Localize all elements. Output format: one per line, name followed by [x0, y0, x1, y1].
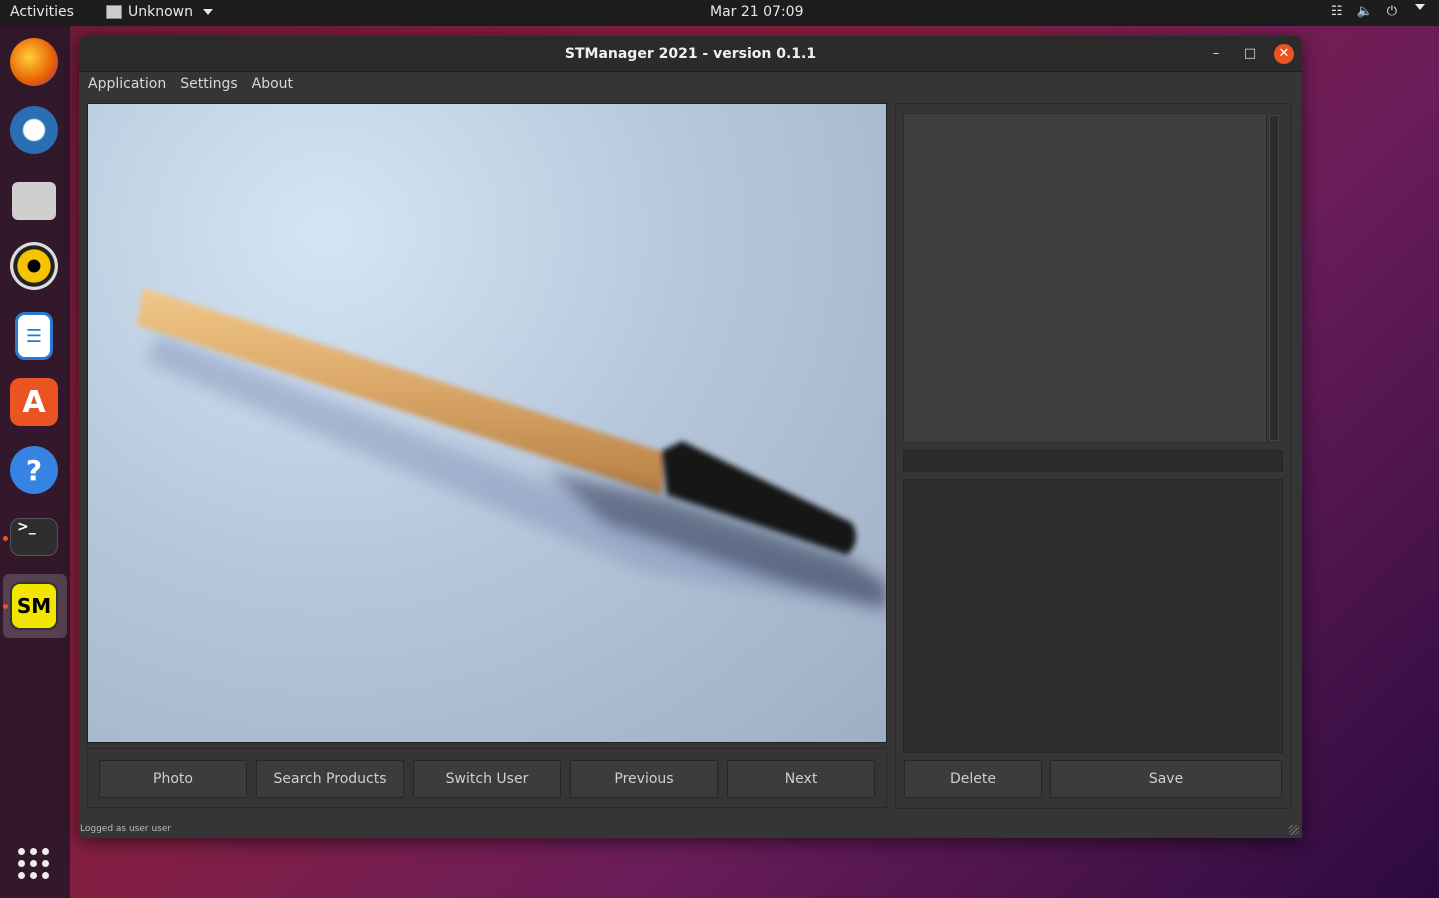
window-titlebar[interactable]: STManager 2021 - version 0.1.1 [79, 36, 1302, 72]
app-menu[interactable]: Unknown [106, 4, 213, 20]
chevron-down-icon [1415, 4, 1425, 10]
photo-button[interactable]: Photo [99, 760, 247, 798]
switch-user-button[interactable]: Switch User [413, 760, 561, 798]
show-applications-icon[interactable] [18, 848, 50, 880]
maximize-icon[interactable]: □ [1240, 44, 1260, 64]
search-products-button[interactable]: Search Products [256, 760, 404, 798]
chevron-down-icon [203, 9, 213, 15]
menu-settings[interactable]: Settings [173, 72, 244, 98]
firefox-icon[interactable] [10, 38, 58, 86]
camera-preview [87, 103, 887, 743]
menu-about[interactable]: About [245, 72, 300, 98]
status-bar: Logged as user user [79, 821, 1302, 838]
activities-button[interactable]: Activities [10, 4, 74, 20]
menu-bar: Application Settings About [79, 72, 1302, 98]
minimize-icon[interactable]: – [1206, 44, 1226, 64]
thunderbird-icon[interactable] [10, 106, 58, 154]
status-text: Logged as user user [80, 824, 172, 834]
top-bar: Activities Unknown Mar 21 07:09 ☷ 🔈 ⏻ [0, 0, 1439, 26]
product-details-textarea[interactable] [903, 479, 1283, 753]
close-icon[interactable]: ✕ [1274, 44, 1294, 64]
help-icon[interactable]: ? [10, 446, 58, 494]
ubuntu-software-icon[interactable]: A [10, 378, 58, 426]
running-indicator [3, 536, 8, 541]
list-scrollbar[interactable] [1269, 115, 1279, 441]
dock: ☰ A ? >_ SM [0, 26, 70, 898]
system-tray[interactable]: ☷ 🔈 ⏻ [1331, 4, 1425, 19]
menu-application[interactable]: Application [81, 72, 173, 98]
next-button[interactable]: Next [727, 760, 875, 798]
terminal-icon[interactable]: >_ [10, 518, 58, 556]
resize-grip-icon[interactable] [1289, 825, 1299, 835]
power-icon: ⏻ [1386, 4, 1397, 19]
app-menu-icon [106, 5, 122, 19]
previous-button[interactable]: Previous [570, 760, 718, 798]
libreoffice-writer-icon[interactable]: ☰ [15, 312, 53, 360]
stmanager-window: STManager 2021 - version 0.1.1 – □ ✕ App… [79, 36, 1302, 838]
rhythmbox-icon[interactable] [10, 242, 58, 290]
save-button[interactable]: Save [1050, 760, 1282, 798]
camera-image [137, 288, 887, 613]
volume-icon: 🔈 [1356, 4, 1373, 19]
window-title: STManager 2021 - version 0.1.1 [564, 46, 817, 62]
app-menu-label: Unknown [128, 4, 193, 20]
running-indicator [3, 604, 8, 609]
clock[interactable]: Mar 21 07:09 [710, 4, 803, 20]
files-icon[interactable] [12, 182, 56, 220]
delete-button[interactable]: Delete [904, 760, 1042, 798]
network-icon: ☷ [1330, 4, 1343, 19]
product-name-field[interactable] [903, 450, 1283, 472]
product-list[interactable] [903, 113, 1267, 443]
stmanager-icon[interactable]: SM [10, 582, 58, 630]
